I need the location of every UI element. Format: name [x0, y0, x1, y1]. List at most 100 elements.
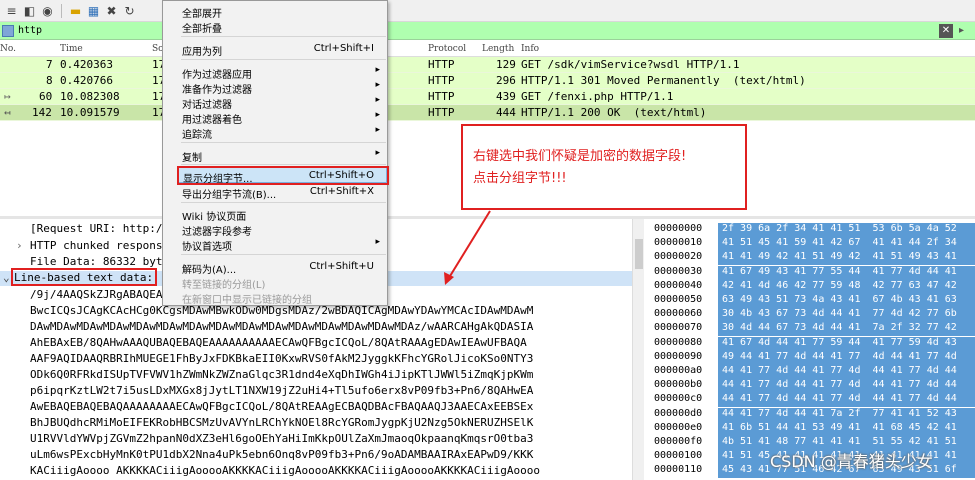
- display-filter-bar: http ✕ ▸: [0, 22, 975, 40]
- hex-bytes[interactable]: 41 51 45 41 59 41 42 67 41 41 44 2f 34: [718, 237, 975, 252]
- column-no[interactable]: No.: [0, 44, 16, 54]
- hex-row[interactable]: 00000000 2f 39 6a 2f 34 41 41 51 53 6b 5a…: [648, 223, 975, 237]
- submenu-arrow-icon: ▸: [375, 148, 380, 158]
- hex-row[interactable]: 00000040 42 41 4d 46 42 77 59 48 42 77 63…: [648, 279, 975, 294]
- detail-text-line[interactable]: KACiiigAoooo AKKKKACiiigAooooAKKKKACiiig…: [30, 464, 540, 477]
- bookmark-icon[interactable]: [2, 24, 14, 37]
- packet-time: 10.091579: [60, 106, 120, 119]
- detail-text-line[interactable]: AwEBAQEBAQEBAQAAAAAAAAECAwQFBgcICQoL/8QA…: [30, 400, 533, 413]
- menu-follow-stream[interactable]: 追踪流 ▸: [164, 124, 386, 141]
- column-time[interactable]: Time: [60, 44, 83, 54]
- hex-offset: 000000c0: [654, 393, 703, 405]
- detail-text-line[interactable]: uLm6wsPExcbHyMnK0tPU1dbX2Nna4uPk5ebn6Onq…: [30, 448, 533, 461]
- collapse-arrow-icon[interactable]: ⌄: [3, 271, 10, 284]
- hex-bytes[interactable]: 41 67 49 43 41 77 55 44 41 77 4d 44 41: [718, 265, 975, 280]
- hex-bytes[interactable]: 41 67 4d 44 41 77 59 44 41 77 59 4d 43: [718, 336, 975, 351]
- packet-list-header: No. Time So Protocol Length Info: [0, 42, 975, 57]
- close-file-icon[interactable]: ✖: [104, 3, 119, 18]
- hex-row[interactable]: 00000010 41 51 45 41 59 41 42 67 41 41 44…: [648, 237, 975, 252]
- menu-apply-as-filter[interactable]: 作为过滤器应用 ▸: [164, 64, 386, 81]
- detail-chunked[interactable]: HTTP chunked respons: [30, 239, 162, 252]
- packet-info: HTTP/1.1 200 OK (text/html): [521, 106, 707, 119]
- menu-separator: [181, 254, 386, 255]
- packet-row[interactable]: 8 0.420766 17 HTTP 296 HTTP/1.1 301 Move…: [0, 73, 975, 89]
- packet-info: GET /sdk/vimService?wsdl HTTP/1.1: [521, 58, 740, 71]
- expand-arrow-icon[interactable]: ›: [16, 239, 23, 252]
- menu-protocol-prefs[interactable]: 协议首选项 ▸: [164, 236, 386, 253]
- menu-decode-as[interactable]: 解码为(A)... Ctrl+Shift+U: [164, 259, 386, 276]
- detail-text-line[interactable]: p6ipqrKztLW2t7i5usLDxMXGx8jJytLT1NXW19jZ…: [30, 384, 533, 397]
- hex-bytes[interactable]: 30 4b 43 67 73 4d 44 41 77 4d 42 77 6b: [718, 308, 975, 323]
- hex-bytes[interactable]: 2f 39 6a 2f 34 41 41 51 53 6b 5a 4a 52: [718, 223, 975, 237]
- menu-collapse-all[interactable]: 全部折叠: [164, 18, 386, 35]
- hex-row[interactable]: 000000d0 44 41 77 4d 44 41 7a 2f 77 41 41…: [648, 407, 975, 422]
- menu-prepare-filter[interactable]: 准备作为过滤器 ▸: [164, 79, 386, 96]
- hex-bytes[interactable]: 44 41 77 4d 44 41 77 4d 44 41 77 4d 44: [718, 393, 975, 408]
- detail-text-line[interactable]: AhEBAxEB/8QAHwAAAQUBAQEBAQEAAAAAAAAAAECA…: [30, 336, 527, 349]
- column-info[interactable]: Info: [521, 44, 539, 54]
- packet-time: 0.420766: [60, 74, 113, 87]
- menu-conversation-filter[interactable]: 对话过滤器 ▸: [164, 94, 386, 111]
- packet-row-selected[interactable]: ↤ 142 10.091579 17 HTTP 444 HTTP/1.1 200…: [0, 105, 975, 121]
- hex-row[interactable]: 00000060 30 4b 43 67 73 4d 44 41 77 4d 42…: [648, 308, 975, 323]
- hex-row[interactable]: 000000e0 41 6b 51 44 41 53 49 41 41 68 45…: [648, 421, 975, 436]
- column-protocol[interactable]: Protocol: [428, 44, 466, 54]
- menu-copy[interactable]: 复制 ▸: [164, 147, 386, 164]
- detail-scrollbar[interactable]: [632, 219, 644, 480]
- apply-filter-icon[interactable]: ▸: [959, 25, 971, 36]
- detail-text-line[interactable]: DAwMDAwMDAwMDAwMDAwMDAwMDAwMDAwMDAwMDAwM…: [30, 320, 533, 333]
- save-file-icon[interactable]: ▦: [86, 3, 101, 18]
- hex-bytes[interactable]: 44 41 77 4d 44 41 7a 2f 77 41 41 52 43: [718, 407, 975, 422]
- hex-row[interactable]: 00000070 30 4d 44 67 73 4d 44 41 7a 2f 32…: [648, 322, 975, 337]
- menu-lines-icon[interactable]: ≡: [4, 3, 19, 18]
- hex-bytes[interactable]: 42 41 4d 46 42 77 59 48 42 77 63 47 42: [718, 279, 975, 294]
- detail-file-data[interactable]: File Data: 86332 byt: [30, 255, 162, 268]
- detail-request-uri[interactable]: [Request URI: http:/: [30, 222, 162, 235]
- detail-text-line[interactable]: /9j/4AAQSkZJRgABAQEA: [30, 288, 162, 301]
- menu-apply-as-column[interactable]: 应用为列 Ctrl+Shift+I: [164, 41, 386, 58]
- hex-bytes[interactable]: 41 6b 51 44 41 53 49 41 41 68 45 42 41: [718, 421, 975, 436]
- hex-row[interactable]: 000000c0 44 41 77 4d 44 41 77 4d 44 41 77…: [648, 393, 975, 408]
- hex-bytes[interactable]: 30 4d 44 67 73 4d 44 41 7a 2f 32 77 42: [718, 322, 975, 337]
- hex-row[interactable]: 000000a0 44 41 77 4d 44 41 77 4d 44 41 77…: [648, 365, 975, 379]
- packet-length: 296: [496, 74, 516, 87]
- hex-row[interactable]: 00000090 49 44 41 77 4d 44 41 77 4d 44 41…: [648, 350, 975, 365]
- hex-row[interactable]: 00000020 41 41 49 42 41 51 49 42 41 51 49…: [648, 251, 975, 266]
- menu-wiki[interactable]: Wiki 协议页面: [164, 206, 386, 223]
- open-file-icon[interactable]: ▬: [68, 3, 83, 18]
- menu-show-linked-new-window[interactable]: 在新窗口中显示已链接的分组: [164, 289, 386, 306]
- menu-goto-linked[interactable]: 转至链接的分组(L): [164, 274, 386, 291]
- hex-bytes[interactable]: 44 41 77 4d 44 41 77 4d 44 41 77 4d 44: [718, 365, 975, 379]
- display-filter-input[interactable]: http: [18, 25, 939, 36]
- hex-offset: 00000040: [654, 279, 703, 291]
- column-length[interactable]: Length: [482, 44, 514, 54]
- hex-row[interactable]: 00000050 63 49 43 51 73 4a 43 41 67 4b 43…: [648, 294, 975, 308]
- hex-row[interactable]: 00000080 41 67 4d 44 41 77 59 44 41 77 59…: [648, 336, 975, 351]
- hex-row[interactable]: 00000030 41 67 49 43 41 77 55 44 41 77 4d…: [648, 265, 975, 280]
- hex-offset: 00000110: [654, 464, 703, 476]
- restart-capture-icon[interactable]: ◧: [22, 3, 37, 18]
- packet-row[interactable]: 7 0.420363 17 HTTP 129 GET /sdk/vimServi…: [0, 57, 975, 73]
- hex-offset: 00000070: [654, 322, 703, 334]
- menu-export-packet-bytes[interactable]: 导出分组字节流(B)... Ctrl+Shift+X: [164, 184, 386, 201]
- detail-text-line[interactable]: AAF9AQIDAAQRBRIhMUEGE1FhByJxFDKBkaEII0Kx…: [30, 352, 533, 365]
- hex-bytes[interactable]: 41 41 49 42 41 51 49 42 41 51 49 43 41: [718, 251, 975, 266]
- scroll-thumb[interactable]: [635, 239, 643, 269]
- hex-bytes[interactable]: 44 41 77 4d 44 41 77 4d 44 41 77 4d 44: [718, 379, 975, 394]
- hex-offset: 000000d0: [654, 407, 703, 419]
- response-link-icon: ↤: [4, 106, 11, 119]
- detail-text-line[interactable]: BhJBUQdhcRMiMoEIFEKRobHBCSMzUvAVYnLRChYk…: [30, 416, 533, 429]
- hex-bytes[interactable]: 49 44 41 77 4d 44 41 77 4d 44 41 77 4d: [718, 350, 975, 365]
- capture-options-icon[interactable]: ◉: [40, 3, 55, 18]
- menu-filter-field-ref[interactable]: 过滤器字段参考: [164, 221, 386, 238]
- clear-filter-icon[interactable]: ✕: [939, 23, 953, 38]
- menu-colorize[interactable]: 用过滤器着色 ▸: [164, 109, 386, 126]
- menu-expand-all[interactable]: 全部展开: [164, 3, 386, 20]
- reload-icon[interactable]: ↻: [122, 3, 137, 18]
- detail-text-line[interactable]: U1RVVldYWVpjZGVmZ2hpanN0dXZ3eHl6goOEhYaH…: [30, 432, 533, 445]
- detail-text-line[interactable]: ODk6Q0RFRkdISUpTVFVWV1hZWmNkZWZnaGlqc3R1…: [30, 368, 533, 381]
- packet-row[interactable]: ↦ 60 10.082308 17 HTTP 439 GET /fenxi.ph…: [0, 89, 975, 105]
- hex-row[interactable]: 000000b0 44 41 77 4d 44 41 77 4d 44 41 77…: [648, 379, 975, 394]
- main-toolbar: ≡ ◧ ◉ ▬ ▦ ✖ ↻: [0, 0, 975, 22]
- hex-bytes[interactable]: 63 49 43 51 73 4a 43 41 67 4b 43 41 63: [718, 294, 975, 308]
